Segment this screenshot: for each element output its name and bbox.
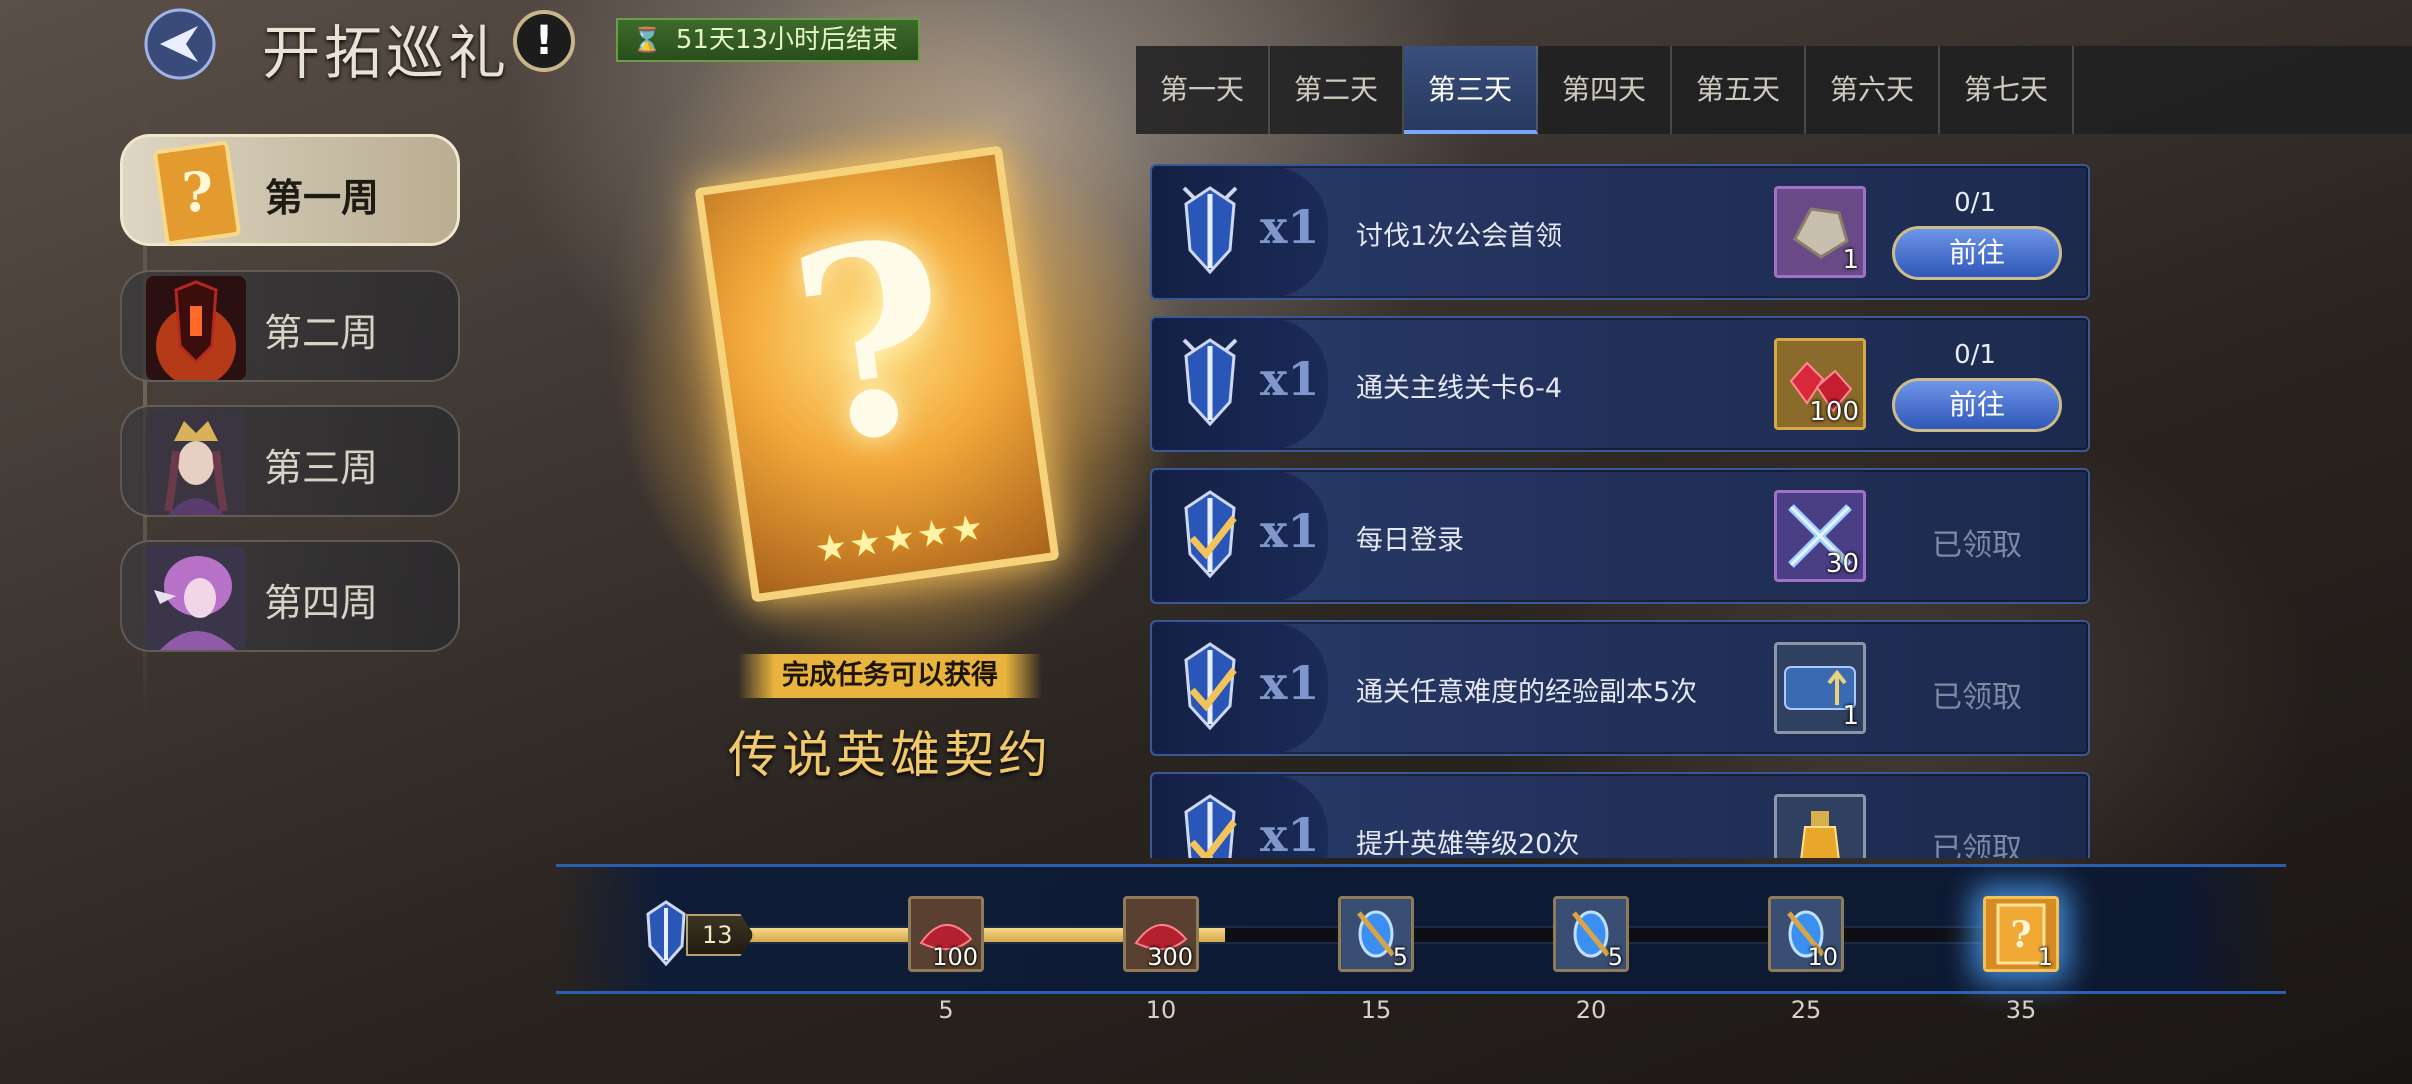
potion-bottle-icon[interactable]	[1774, 794, 1866, 858]
hourglass-icon: ⌛	[632, 26, 662, 54]
task-description: 讨伐1次公会首领	[1356, 221, 1563, 252]
milestone-threshold: 35	[2005, 996, 2037, 1024]
milestone-quantity: 5	[1392, 943, 1408, 971]
back-button[interactable]	[132, 6, 228, 82]
claimed-label: 已领取	[1932, 680, 2022, 715]
week-tab-label: 第一周	[265, 176, 380, 220]
tab-day-3[interactable]: 第三天	[1404, 46, 1538, 134]
crossed-swords-icon[interactable]: 30	[1774, 490, 1866, 582]
week-tab-2[interactable]: 第二周	[120, 270, 460, 382]
item-quantity: 1	[1842, 701, 1859, 731]
task-emblem-panel: x1	[1152, 774, 1328, 858]
task-progress: 0/1	[1954, 340, 1996, 370]
milestone-threshold: 10	[1145, 996, 1177, 1024]
ore-stone-icon[interactable]: 1	[1774, 186, 1866, 278]
tab-day-2[interactable]: 第二天	[1270, 46, 1404, 134]
tab-day-5[interactable]: 第五天	[1672, 46, 1806, 134]
tab-day-7[interactable]: 第七天	[1940, 46, 2074, 134]
milestone-node-35[interactable]: ? 1	[1983, 896, 2059, 972]
day-tabs: 第一天 第二天 第三天 第四天 第五天 第六天 第七天	[1136, 46, 2412, 134]
task-emblem-panel: x1	[1152, 622, 1328, 754]
week-tab-4[interactable]: 第四周	[120, 540, 460, 652]
task-multiplier: x1	[1260, 656, 1320, 710]
tab-day-6[interactable]: 第六天	[1806, 46, 1940, 134]
svg-text:?: ?	[2010, 914, 2031, 956]
reward-ribbon: 完成任务可以获得	[738, 654, 1042, 698]
milestone-threshold: 25	[1790, 996, 1822, 1024]
week-tab-1[interactable]: ? 第一周	[120, 134, 460, 246]
point-emblem-icon	[1182, 338, 1238, 427]
milestone-node-15[interactable]: 5	[1338, 896, 1414, 972]
back-arrow-icon	[144, 8, 216, 80]
milestone-node-25[interactable]: 10	[1768, 896, 1844, 972]
event-timer: ⌛ 51天13小时后结束	[616, 18, 921, 62]
page-title: 开拓巡礼	[262, 19, 511, 87]
task-multiplier: x1	[1260, 808, 1320, 858]
milestone-threshold: 15	[1360, 996, 1392, 1024]
item-quantity: 100	[1809, 397, 1859, 427]
milestone-quantity: 300	[1147, 943, 1193, 971]
exp-icon[interactable]: 1	[1774, 642, 1866, 734]
task-row: x1 提升英雄等级20次 已领取	[1150, 772, 2090, 858]
task-row: x1 通关任意难度的经验副本5次 1 已领取	[1150, 620, 2090, 756]
point-emblem-icon	[1182, 186, 1238, 275]
info-button[interactable]: !	[513, 10, 575, 72]
milestone-quantity: 1	[2037, 943, 2053, 971]
task-row: x1 讨伐1次公会首领 1 0/1 前往	[1150, 164, 2090, 300]
task-list[interactable]: x1 讨伐1次公会首领 1 0/1 前往 x1 通关主线关卡6-4 100 0/…	[1150, 162, 2090, 858]
current-points: 13	[686, 914, 754, 956]
tab-day-4[interactable]: 第四天	[1538, 46, 1672, 134]
task-description: 通关任意难度的经验副本5次	[1356, 677, 1698, 708]
tab-day-1[interactable]: 第一天	[1136, 46, 1270, 134]
week-tab-label: 第四周	[264, 581, 379, 625]
legendary-contract-card[interactable]: ? ★★★★★	[694, 145, 1060, 603]
mystery-card-icon: ?	[147, 141, 247, 245]
milestone-threshold: 20	[1575, 996, 1607, 1024]
task-emblem-panel: x1	[1152, 318, 1328, 450]
task-multiplier: x1	[1260, 504, 1320, 558]
task-row: x1 每日登录 30 已领取	[1150, 468, 2090, 604]
milestone-quantity: 100	[932, 943, 978, 971]
reward-name: 传说英雄契约	[728, 726, 1052, 784]
milestone-quantity: 5	[1607, 943, 1623, 971]
task-description: 提升英雄等级20次	[1356, 829, 1580, 858]
milestone-quantity: 10	[1807, 943, 1838, 971]
question-mark-icon: ?	[775, 181, 970, 505]
go-button[interactable]: 前往	[1892, 226, 2062, 280]
svg-text:?: ?	[181, 160, 213, 224]
task-row: x1 通关主线关卡6-4 100 0/1 前往	[1150, 316, 2090, 452]
timer-text: 51天13小时后结束	[675, 25, 899, 55]
elf-portrait	[146, 546, 246, 650]
item-quantity: 30	[1825, 549, 1859, 579]
dark-hero-portrait	[146, 276, 246, 380]
milestone-node-10[interactable]: 300	[1123, 896, 1199, 972]
milestone-node-20[interactable]: 5	[1553, 896, 1629, 972]
week-tab-label: 第三周	[264, 446, 379, 490]
milestone-node-5[interactable]: 100	[908, 896, 984, 972]
point-emblem-claimed-icon	[1184, 642, 1237, 731]
week-tab-3[interactable]: 第三周	[120, 405, 460, 517]
task-multiplier: x1	[1260, 352, 1320, 406]
milestone-threshold: 5	[938, 996, 954, 1024]
item-quantity: 1	[1842, 245, 1859, 275]
task-emblem-panel: x1	[1152, 470, 1328, 602]
claimed-label: 已领取	[1932, 528, 2022, 563]
claimed-label: 已领取	[1932, 832, 2022, 858]
point-emblem-claimed-icon	[1184, 490, 1237, 579]
point-emblem-icon	[646, 900, 686, 966]
task-multiplier: x1	[1260, 200, 1320, 254]
week-tab-label: 第二周	[264, 311, 379, 355]
red-gem-icon[interactable]: 100	[1774, 338, 1866, 430]
go-button[interactable]: 前往	[1892, 378, 2062, 432]
task-description: 通关主线关卡6-4	[1356, 373, 1563, 404]
queen-portrait	[146, 411, 246, 515]
task-emblem-panel: x1	[1152, 166, 1328, 298]
point-emblem-claimed-icon	[1184, 794, 1237, 858]
task-progress: 0/1	[1954, 188, 1996, 218]
task-description: 每日登录	[1356, 525, 1464, 556]
